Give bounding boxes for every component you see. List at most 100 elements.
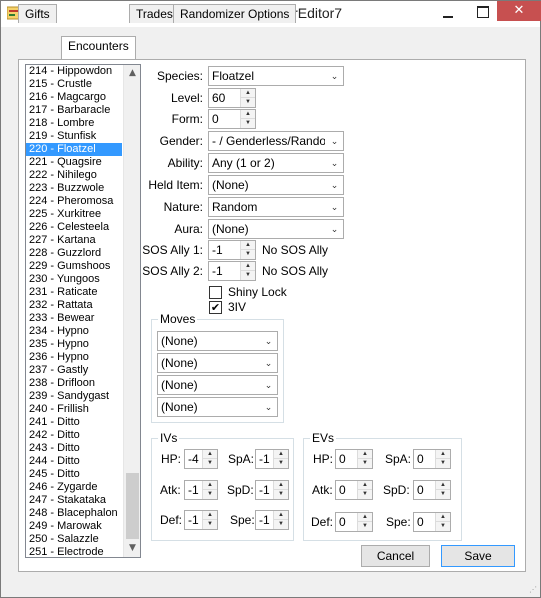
list-item[interactable]: 249 - Marowak [26, 520, 122, 533]
tab-randomizer-options[interactable]: Randomizer Options [173, 4, 297, 23]
gender-combo[interactable]: - / Genderless/Random ⌄ [208, 131, 344, 151]
list-item[interactable]: 218 - Lombre [26, 117, 122, 130]
list-item[interactable]: 243 - Ditto [26, 442, 122, 455]
list-item[interactable]: 244 - Ditto [26, 455, 122, 468]
list-item[interactable]: 225 - Xurkitree [26, 208, 122, 221]
maximize-button[interactable] [469, 1, 495, 21]
spin-down-icon[interactable]: ▼ [358, 522, 372, 531]
list-item[interactable]: 237 - Gastly [26, 364, 122, 377]
spinner[interactable]: ▲ ▼ [435, 450, 450, 468]
list-item[interactable]: 250 - Salazzle [26, 533, 122, 546]
spin-up-icon[interactable]: ▲ [358, 450, 372, 459]
iv-spe-stepper[interactable]: -1 ▲ ▼ [255, 510, 289, 530]
spin-up-icon[interactable]: ▲ [203, 450, 217, 459]
list-item[interactable]: 245 - Ditto [26, 468, 122, 481]
spin-up-icon[interactable]: ▲ [203, 511, 217, 520]
spinner[interactable]: ▲ ▼ [240, 241, 255, 259]
spin-up-icon[interactable]: ▲ [274, 481, 288, 490]
ability-combo[interactable]: Any (1 or 2) ⌄ [208, 153, 344, 173]
held-item-combo[interactable]: (None) ⌄ [208, 175, 344, 195]
list-item[interactable]: 217 - Barbaracle [26, 104, 122, 117]
ev-spe-stepper[interactable]: 0 ▲ ▼ [413, 512, 451, 532]
3iv-checkbox[interactable]: ✔ [209, 301, 222, 314]
spin-down-icon[interactable]: ▼ [203, 459, 217, 468]
list-item[interactable]: 229 - Gumshoos [26, 260, 122, 273]
spinner[interactable]: ▲ ▼ [435, 513, 450, 531]
spin-down-icon[interactable]: ▼ [274, 490, 288, 499]
spin-down-icon[interactable]: ▼ [241, 119, 255, 128]
move-1-combo[interactable]: (None) ⌄ [157, 331, 278, 351]
encounter-listbox[interactable]: 214 - Hippowdon 215 - Crustle 216 - Magcar… [25, 64, 141, 558]
iv-hp-stepper[interactable]: -4 ▲ ▼ [184, 449, 218, 469]
list-item[interactable]: 233 - Bewear [26, 312, 122, 325]
iv-spa-stepper[interactable]: -1 ▲ ▼ [255, 449, 289, 469]
list-item[interactable]: 242 - Ditto [26, 429, 122, 442]
save-button[interactable]: Save [441, 545, 515, 567]
list-item[interactable]: 220 - Floatzel [26, 143, 122, 156]
spin-down-icon[interactable]: ▼ [203, 490, 217, 499]
cancel-button[interactable]: Cancel [361, 545, 430, 567]
spin-up-icon[interactable]: ▲ [241, 110, 255, 119]
spin-down-icon[interactable]: ▼ [241, 271, 255, 280]
list-item[interactable]: 240 - Frillish [26, 403, 122, 416]
list-item[interactable]: 226 - Celesteela [26, 221, 122, 234]
list-item[interactable]: 227 - Kartana [26, 234, 122, 247]
list-item[interactable]: 214 - Hippowdon [26, 65, 122, 78]
spin-down-icon[interactable]: ▼ [436, 522, 450, 531]
spin-up-icon[interactable]: ▲ [274, 511, 288, 520]
spin-down-icon[interactable]: ▼ [274, 520, 288, 529]
spin-up-icon[interactable]: ▲ [241, 89, 255, 98]
iv-spd-stepper[interactable]: -1 ▲ ▼ [255, 480, 289, 500]
list-item[interactable]: 216 - Magcargo [26, 91, 122, 104]
spin-down-icon[interactable]: ▼ [358, 490, 372, 499]
list-item[interactable]: 230 - Yungoos [26, 273, 122, 286]
spinner[interactable]: ▲ ▼ [240, 89, 255, 107]
spin-down-icon[interactable]: ▼ [241, 250, 255, 259]
spin-up-icon[interactable]: ▲ [241, 241, 255, 250]
iv-def-stepper[interactable]: -1 ▲ ▼ [184, 510, 218, 530]
spin-down-icon[interactable]: ▼ [436, 490, 450, 499]
spinner[interactable]: ▲ ▼ [202, 450, 217, 468]
ev-spa-stepper[interactable]: 0 ▲ ▼ [413, 449, 451, 469]
species-combo[interactable]: Floatzel ⌄ [208, 66, 344, 86]
spinner[interactable]: ▲ ▼ [273, 481, 288, 499]
list-item[interactable]: 251 - Electrode [26, 546, 122, 557]
list-scrollbar[interactable]: ▲ ▼ [123, 65, 140, 557]
scroll-down-icon[interactable]: ▼ [124, 540, 140, 557]
list-item[interactable]: 232 - Rattata [26, 299, 122, 312]
tab-gifts[interactable]: Gifts [18, 4, 57, 23]
spinner[interactable]: ▲ ▼ [357, 513, 372, 531]
list-item[interactable]: 221 - Quagsire [26, 156, 122, 169]
level-stepper[interactable]: 60 ▲ ▼ [208, 88, 256, 108]
spinner[interactable]: ▲ ▼ [357, 450, 372, 468]
list-item[interactable]: 236 - Hypno [26, 351, 122, 364]
spin-up-icon[interactable]: ▲ [241, 262, 255, 271]
spin-down-icon[interactable]: ▼ [241, 98, 255, 107]
aura-combo[interactable]: (None) ⌄ [208, 219, 344, 239]
list-item[interactable]: 248 - Blacephalon [26, 507, 122, 520]
spin-down-icon[interactable]: ▼ [274, 459, 288, 468]
spin-up-icon[interactable]: ▲ [274, 450, 288, 459]
list-item[interactable]: 247 - Stakataka [26, 494, 122, 507]
resize-grip-icon[interactable]: ⋰ [529, 585, 537, 594]
spin-up-icon[interactable]: ▲ [436, 481, 450, 490]
list-item[interactable]: 219 - Stunfisk [26, 130, 122, 143]
move-2-combo[interactable]: (None) ⌄ [157, 353, 278, 373]
spin-up-icon[interactable]: ▲ [358, 513, 372, 522]
list-item[interactable]: 234 - Hypno [26, 325, 122, 338]
move-4-combo[interactable]: (None) ⌄ [157, 397, 278, 417]
list-item[interactable]: 215 - Crustle [26, 78, 122, 91]
spinner[interactable]: ▲ ▼ [240, 262, 255, 280]
spinner[interactable]: ▲ ▼ [435, 481, 450, 499]
form-stepper[interactable]: 0 ▲ ▼ [208, 109, 256, 129]
list-item[interactable]: 241 - Ditto [26, 416, 122, 429]
ev-def-stepper[interactable]: 0 ▲ ▼ [335, 512, 373, 532]
spinner[interactable]: ▲ ▼ [202, 511, 217, 529]
minimize-button[interactable] [441, 9, 455, 19]
close-button[interactable]: ✕ [497, 1, 541, 21]
spin-down-icon[interactable]: ▼ [358, 459, 372, 468]
spinner[interactable]: ▲ ▼ [273, 511, 288, 529]
list-item[interactable]: 246 - Zygarde [26, 481, 122, 494]
spin-down-icon[interactable]: ▼ [436, 459, 450, 468]
spinner[interactable]: ▲ ▼ [273, 450, 288, 468]
